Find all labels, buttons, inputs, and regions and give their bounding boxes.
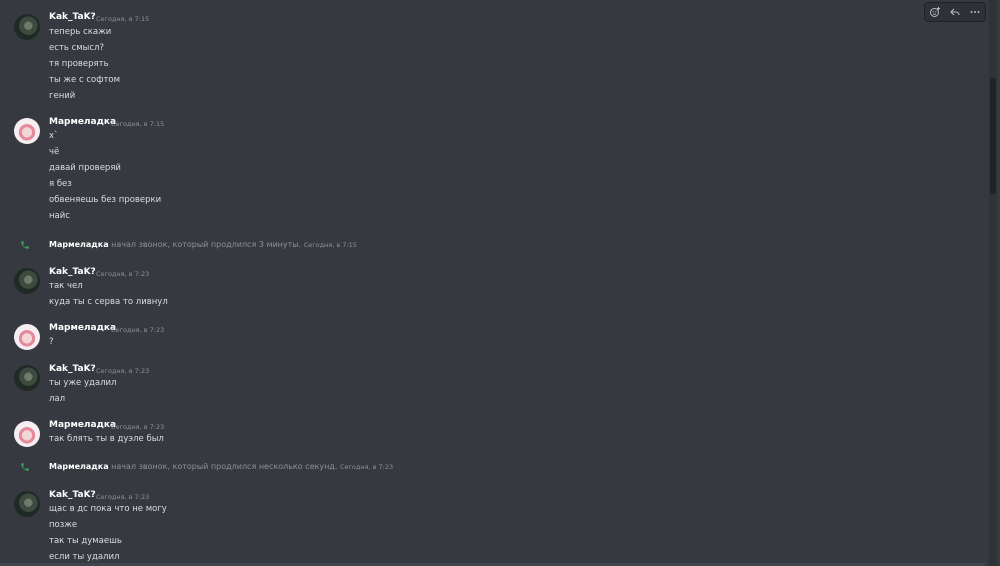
- message-line: ты уже удалил: [49, 378, 117, 388]
- message-timestamp: Сегодня, в 7:23: [111, 423, 165, 431]
- message-line: так чел: [49, 281, 83, 291]
- message-line: чё: [49, 147, 60, 157]
- message-timestamp: Сегодня, в 7:15: [111, 120, 165, 128]
- message-line: щас в дс пока что не могу: [49, 504, 167, 514]
- call-text: Мармеладка начал звонок, который продлил…: [49, 462, 393, 471]
- message-line: ты же с софтом: [49, 75, 121, 85]
- message-line: ?: [49, 337, 54, 347]
- message-timestamp: Сегодня, в 7:23: [111, 326, 165, 334]
- message-timestamp: Сегодня, в 7:23: [96, 270, 150, 278]
- call-event: Мармеладка начал звонок, который продлил…: [0, 240, 985, 252]
- avatar[interactable]: [14, 268, 40, 294]
- message-line: если ты удалил: [49, 552, 120, 562]
- add-reaction-icon[interactable]: [928, 5, 942, 19]
- message-line: теперь скажи: [49, 27, 112, 37]
- more-icon[interactable]: [968, 5, 982, 19]
- reply-icon[interactable]: [948, 5, 962, 19]
- avatar[interactable]: [14, 118, 40, 144]
- call-text: Мармеладка начал звонок, который продлил…: [49, 240, 357, 249]
- call-description: начал звонок, который продлился 3 минуты…: [111, 240, 302, 249]
- call-timestamp: Сегодня, в 7:23: [339, 463, 394, 471]
- author-name[interactable]: Kak_TaK?: [49, 490, 96, 500]
- message-line: гений: [49, 91, 76, 101]
- message-line: позже: [49, 520, 78, 530]
- phone-icon: [21, 241, 29, 249]
- avatar[interactable]: [14, 324, 40, 350]
- message-line: тя проверять: [49, 59, 109, 69]
- call-description: начал звонок, который продлился нескольк…: [111, 462, 338, 471]
- message-timestamp: Сегодня, в 7:23: [96, 493, 150, 501]
- avatar[interactable]: [14, 365, 40, 391]
- author-name[interactable]: Мармеладка: [49, 323, 116, 333]
- author-name[interactable]: Мармеладка: [49, 420, 116, 430]
- author-name[interactable]: Мармеладка: [49, 117, 116, 127]
- message-timestamp: Сегодня, в 7:15: [96, 15, 150, 23]
- call-event: Мармеладка начал звонок, который продлил…: [0, 462, 985, 474]
- message-line: так ты думаешь: [49, 536, 122, 546]
- author-name[interactable]: Kak_TaK?: [49, 364, 96, 374]
- message-line: лал: [49, 394, 66, 404]
- message-line: обвеняешь без проверки: [49, 195, 162, 205]
- phone-icon: [21, 463, 29, 471]
- message-line: давай проверяй: [49, 163, 121, 173]
- scrollbar-thumb[interactable]: [990, 78, 996, 194]
- call-timestamp: Сегодня, в 7:15: [303, 241, 357, 249]
- avatar[interactable]: [14, 421, 40, 447]
- message-line: есть смысл?: [49, 43, 104, 53]
- avatar[interactable]: [14, 491, 40, 517]
- call-author[interactable]: Мармеладка: [49, 240, 109, 249]
- chat-message-list[interactable]: Kak_TaK? Сегодня, в 7:15 теперь скажи ес…: [0, 0, 985, 566]
- author-name[interactable]: Kak_TaK?: [49, 12, 96, 22]
- message-timestamp: Сегодня, в 7:23: [96, 367, 150, 375]
- message-line: куда ты с серва то ливнул: [49, 297, 168, 307]
- message-toolbar: [924, 2, 986, 22]
- message-line: так блять ты в дуэле был: [49, 434, 164, 444]
- message-line: найс: [49, 211, 70, 221]
- call-author[interactable]: Мармеладка: [49, 462, 109, 471]
- message-line: я без: [49, 179, 72, 189]
- avatar[interactable]: [14, 14, 40, 40]
- message-line: х`: [49, 131, 59, 141]
- author-name[interactable]: Kak_TaK?: [49, 267, 96, 277]
